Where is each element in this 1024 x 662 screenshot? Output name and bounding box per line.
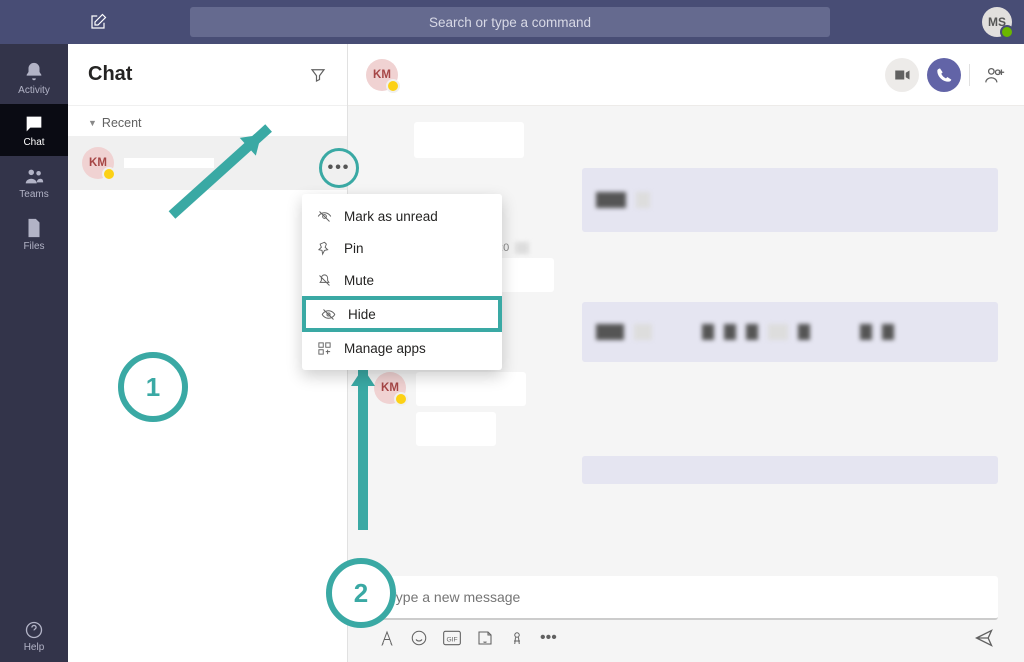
chat-header: KM xyxy=(348,44,1024,106)
menu-item-label: Pin xyxy=(344,241,364,256)
menu-item-label: Mute xyxy=(344,273,374,288)
incoming-message-group xyxy=(474,258,998,292)
menu-item-pin[interactable]: Pin xyxy=(302,232,502,264)
hide-icon xyxy=(320,307,336,322)
rail-label: Chat xyxy=(23,137,44,148)
rail-label: Help xyxy=(24,642,45,653)
video-icon xyxy=(893,66,911,84)
avatar-initials: KM xyxy=(89,157,107,169)
chat-name-redacted xyxy=(124,158,214,168)
add-people-button[interactable] xyxy=(969,64,1006,86)
menu-item-label: Hide xyxy=(348,307,376,322)
redacted-text xyxy=(515,242,529,254)
video-call-button[interactable] xyxy=(885,58,919,92)
sticker-icon[interactable] xyxy=(476,629,494,647)
message-bubble[interactable] xyxy=(416,372,526,406)
message-composer[interactable] xyxy=(374,576,998,620)
more-options-button[interactable]: ••• xyxy=(319,148,359,188)
redacted-text xyxy=(746,324,758,340)
composer-toolbar: GIF ••• xyxy=(374,620,998,648)
rail-item-files[interactable]: Files xyxy=(0,208,68,260)
rail-label: Activity xyxy=(18,85,50,96)
redacted-text xyxy=(768,324,788,340)
composer-area: GIF ••• xyxy=(348,576,1024,662)
compose-icon xyxy=(89,13,107,31)
unread-icon xyxy=(316,209,332,224)
send-button[interactable] xyxy=(974,628,994,648)
chat-list-title: Chat xyxy=(88,63,132,86)
gif-icon[interactable]: GIF xyxy=(442,629,462,647)
search-bar[interactable]: Search or type a command xyxy=(190,7,830,37)
compose-button[interactable] xyxy=(82,6,114,38)
redacted-text xyxy=(798,324,810,340)
message-bubble[interactable] xyxy=(416,412,496,446)
avatar-initials: KM xyxy=(381,382,399,394)
rail-item-activity[interactable]: Activity xyxy=(0,52,68,104)
menu-item-manage-apps[interactable]: Manage apps xyxy=(302,332,502,364)
avatar: KM xyxy=(374,372,406,404)
bell-icon xyxy=(23,61,45,83)
rail-label: Files xyxy=(23,241,44,252)
file-icon xyxy=(23,217,45,239)
avatar-initials: KM xyxy=(373,69,391,81)
redacted-text xyxy=(634,324,652,340)
redacted-text xyxy=(860,324,872,340)
menu-item-mute[interactable]: Mute xyxy=(302,264,502,296)
rail-item-help[interactable]: Help xyxy=(0,610,68,662)
emoji-icon[interactable] xyxy=(410,629,428,647)
menu-item-label: Mark as unread xyxy=(344,209,438,224)
svg-text:GIF: GIF xyxy=(446,636,457,643)
message-timestamp: 4:0 xyxy=(494,242,998,254)
message-bubble-outgoing[interactable] xyxy=(582,456,998,484)
message-input[interactable] xyxy=(388,589,984,605)
chat-icon xyxy=(23,113,45,135)
redacted-text xyxy=(596,192,626,208)
redacted-text xyxy=(882,324,894,340)
context-menu: Mark as unread Pin Mute Hide Manage apps xyxy=(302,194,502,370)
avatar: KM xyxy=(82,147,114,179)
avatar: KM xyxy=(366,59,398,91)
profile-initials: MS xyxy=(988,15,1006,29)
filter-icon[interactable] xyxy=(309,66,327,84)
profile-avatar[interactable]: MS xyxy=(982,7,1012,37)
rail-item-teams[interactable]: Teams xyxy=(0,156,68,208)
title-bar: Search or type a command MS xyxy=(0,0,1024,44)
apps-icon xyxy=(316,341,332,356)
section-recent[interactable]: ▼ Recent xyxy=(68,106,347,136)
incoming-message-group xyxy=(414,122,998,158)
search-placeholder-text: Search or type a command xyxy=(429,15,591,30)
add-people-icon xyxy=(984,64,1006,86)
chat-list-item[interactable]: KM ••• xyxy=(68,136,347,190)
redacted-text xyxy=(636,192,650,208)
section-label-text: Recent xyxy=(102,116,142,130)
pin-icon xyxy=(316,241,332,256)
audio-call-button[interactable] xyxy=(927,58,961,92)
phone-icon xyxy=(936,67,952,83)
menu-item-mark-unread[interactable]: Mark as unread xyxy=(302,200,502,232)
ellipsis-icon: ••• xyxy=(328,159,351,177)
menu-item-label: Manage apps xyxy=(344,341,426,356)
incoming-message-group: KM xyxy=(374,372,998,446)
rail-label: Teams xyxy=(19,189,48,200)
mute-icon xyxy=(316,273,332,288)
rail-item-chat[interactable]: Chat xyxy=(0,104,68,156)
redacted-text xyxy=(596,324,624,340)
message-bubble[interactable] xyxy=(414,122,524,158)
message-bubble-outgoing[interactable] xyxy=(582,302,998,362)
help-icon xyxy=(24,620,44,640)
message-bubble-outgoing[interactable] xyxy=(582,168,998,232)
redacted-text xyxy=(702,324,714,340)
app-shell: Activity Chat Teams Files Help Chat ▼ xyxy=(0,44,1024,662)
chat-list-header: Chat xyxy=(68,44,347,106)
app-rail: Activity Chat Teams Files Help xyxy=(0,44,68,662)
format-icon[interactable] xyxy=(378,629,396,647)
redacted-text xyxy=(724,324,736,340)
menu-item-hide[interactable]: Hide xyxy=(302,296,502,332)
teams-icon xyxy=(23,165,45,187)
more-icon[interactable]: ••• xyxy=(540,629,557,647)
caret-down-icon: ▼ xyxy=(88,118,97,128)
praise-icon[interactable] xyxy=(508,629,526,647)
